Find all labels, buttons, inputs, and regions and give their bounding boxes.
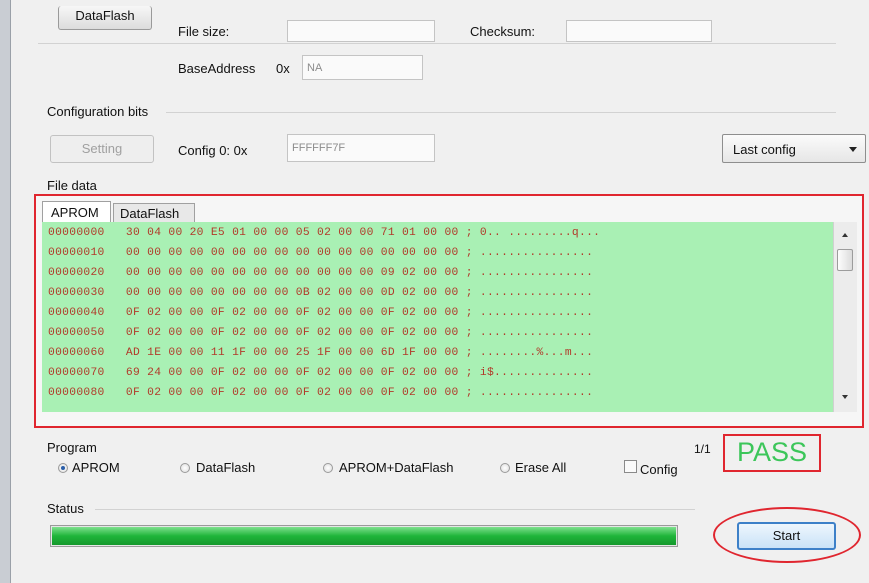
checksum-label: Checksum: (470, 24, 536, 39)
radio-aprom-dataflash[interactable] (323, 463, 333, 473)
hex-row: 00000080 0F 02 00 00 0F 02 00 00 0F 02 0… (48, 387, 594, 399)
hex-row: 00000070 69 24 00 00 0F 02 00 00 0F 02 0… (48, 367, 594, 379)
radio-erase-all-label: Erase All (515, 460, 567, 475)
progress-bar (50, 525, 678, 547)
checksum-field (566, 20, 712, 42)
radio-aprom-label: APROM (72, 460, 120, 475)
hex-row: 00000020 00 00 00 00 00 00 00 00 00 00 0… (48, 267, 594, 279)
base-address-prefix: 0x (276, 61, 290, 76)
tab-dataflash[interactable]: DataFlash (113, 203, 195, 223)
radio-dataflash-label: DataFlash (196, 460, 256, 475)
hex-view[interactable]: 00000000 30 04 00 20 E5 01 00 00 05 02 0… (42, 222, 833, 412)
scrollbar-thumb[interactable] (837, 249, 853, 271)
chevron-down-icon (849, 147, 857, 152)
file-size-field (287, 20, 435, 42)
triangle-down-icon[interactable] (842, 395, 848, 399)
hex-row: 00000000 30 04 00 20 E5 01 00 00 05 02 0… (48, 227, 601, 239)
config-checkbox-label: Config (640, 462, 678, 477)
hex-row: 00000010 00 00 00 00 00 00 00 00 00 00 0… (48, 247, 594, 259)
radio-aprom[interactable] (58, 463, 68, 473)
status-group-line (95, 509, 695, 510)
config0-field: FFFFFF7F (287, 134, 435, 162)
last-config-value: Last config (733, 142, 796, 157)
file-size-label: File size: (178, 24, 230, 39)
setting-button[interactable]: Setting (50, 135, 154, 163)
hex-row: 00000040 0F 02 00 00 0F 02 00 00 0F 02 0… (48, 307, 594, 319)
hex-row: 00000050 0F 02 00 00 0F 02 00 00 0F 02 0… (48, 327, 594, 339)
radio-erase-all[interactable] (500, 463, 510, 473)
tab-aprom[interactable]: APROM (42, 201, 111, 223)
top-group-line (38, 43, 836, 44)
pass-indicator: PASS (723, 434, 821, 472)
last-config-dropdown[interactable]: Last config (722, 134, 866, 163)
program-counter: 1/1 (694, 442, 711, 456)
base-address-label: BaseAddress (178, 61, 256, 76)
triangle-up-icon[interactable] (842, 233, 848, 237)
hex-row: 00000030 00 00 00 00 00 00 00 00 0B 02 0… (48, 287, 594, 299)
config-checkbox[interactable] (624, 460, 637, 473)
config-group-line (166, 112, 836, 113)
progress-fill (52, 527, 676, 545)
hex-row: 00000060 AD 1E 00 00 11 1F 00 00 25 1F 0… (48, 347, 594, 359)
radio-dataflash[interactable] (180, 463, 190, 473)
radio-aprom-dataflash-label: APROM+DataFlash (339, 460, 454, 475)
dataflash-load-button[interactable]: DataFlash (58, 6, 152, 30)
pass-text: PASS (736, 437, 808, 467)
config0-label: Config 0: 0x (178, 143, 248, 158)
window-left-border (0, 0, 11, 583)
base-address-field[interactable]: NA (302, 55, 423, 80)
program-label: Program (47, 440, 97, 455)
configuration-bits-label: Configuration bits (47, 104, 149, 119)
file-data-label: File data (47, 178, 97, 193)
hex-scrollbar[interactable] (833, 222, 857, 412)
status-label: Status (47, 501, 84, 516)
start-button[interactable]: Start (737, 522, 836, 550)
